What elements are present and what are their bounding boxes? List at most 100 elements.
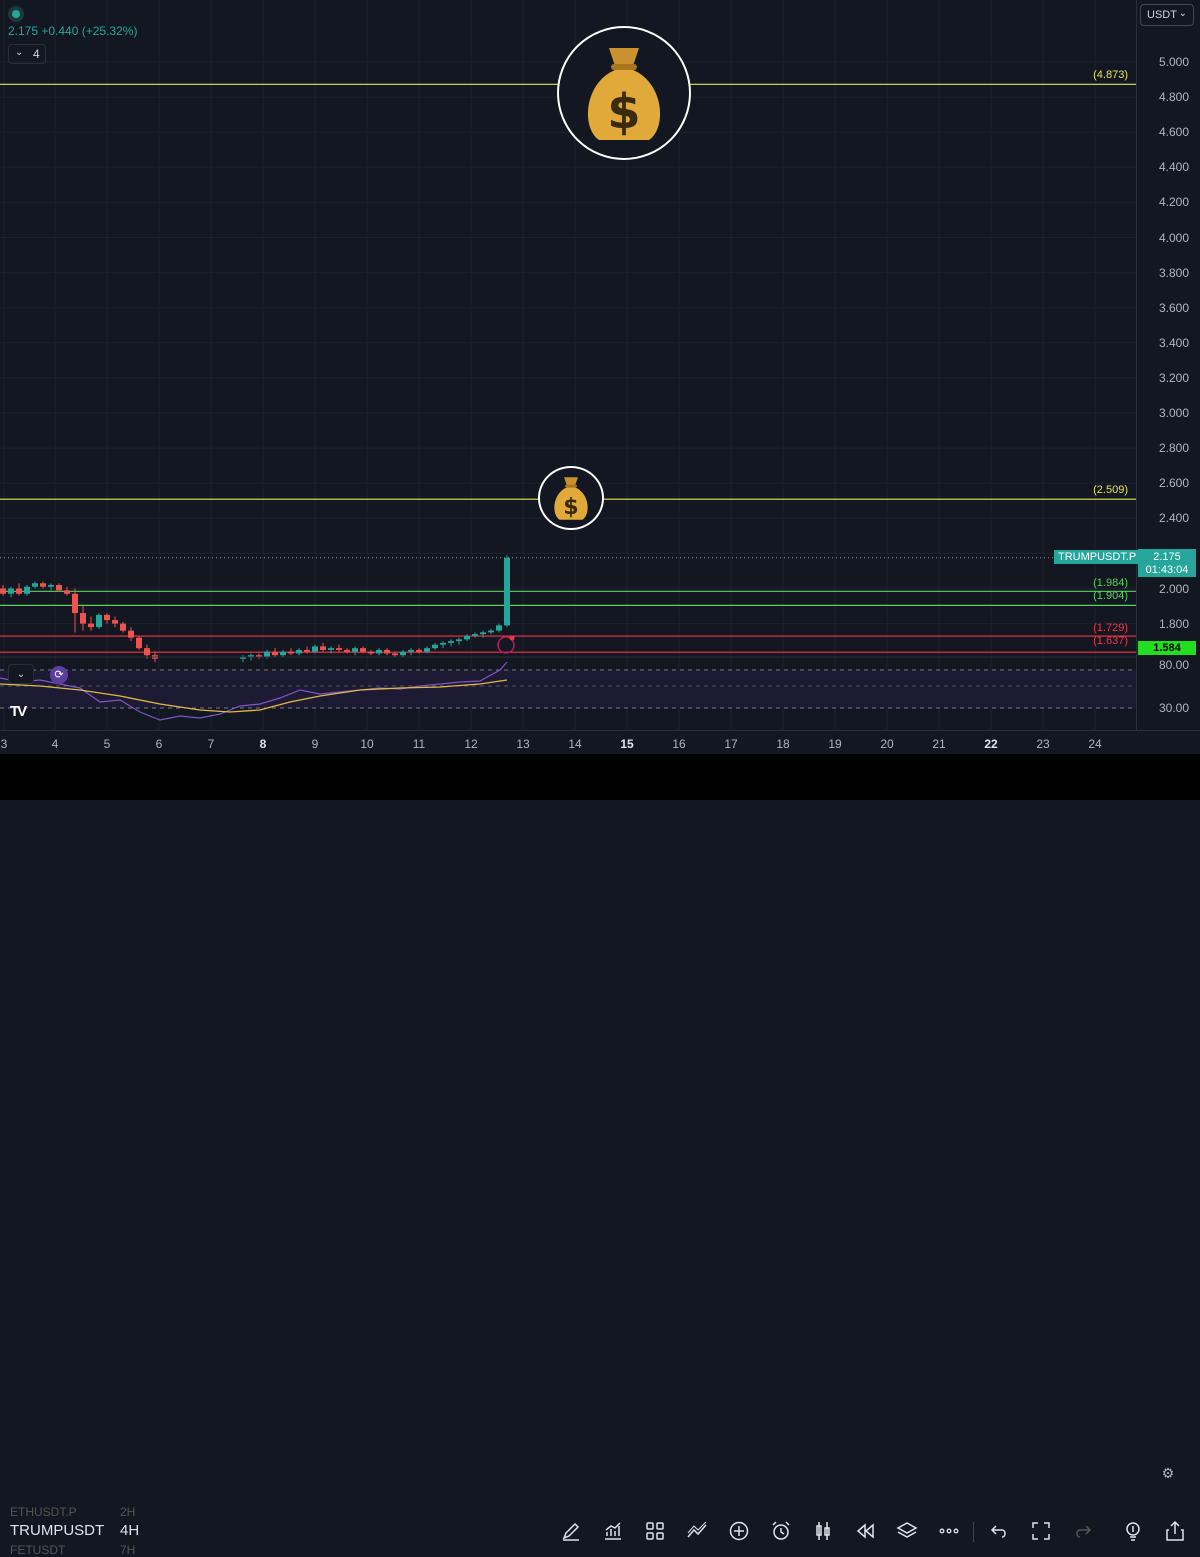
time-tick: 23: [1036, 737, 1050, 751]
time-tick: 17: [724, 737, 738, 751]
currency-selector[interactable]: USDT ⌄: [1140, 4, 1194, 26]
candle: [24, 586, 30, 594]
price-tick: 3.600: [1158, 300, 1189, 315]
toolbar-divider: [973, 1522, 974, 1542]
currency-label: USDT: [1147, 9, 1177, 21]
pen-icon[interactable]: [560, 1520, 582, 1542]
chevron-down-icon: ⌄: [15, 47, 24, 58]
candle: [432, 644, 438, 649]
candle: [368, 651, 374, 654]
time-tick: 14: [568, 737, 582, 751]
candle: [104, 614, 110, 621]
time-tick: 15: [620, 737, 634, 751]
sync-icon[interactable]: ⟳: [50, 666, 68, 684]
gear-icon[interactable]: ⚙: [1160, 1465, 1176, 1481]
money-bag-marker-large: $: [557, 26, 691, 160]
rsi-tick: 80.00: [1158, 658, 1189, 672]
candle: [112, 620, 118, 624]
candle: [320, 646, 326, 650]
time-tick: 10: [360, 737, 374, 751]
candle: [480, 632, 486, 635]
layers-icon[interactable]: [896, 1520, 918, 1542]
time-tick: 18: [776, 737, 790, 751]
candle: [128, 630, 134, 638]
alarm-icon[interactable]: [770, 1520, 792, 1542]
current-symbol-tag: TRUMPUSDT.P: [1054, 550, 1141, 564]
trend-line-icon[interactable]: [686, 1520, 708, 1542]
candle: [80, 613, 86, 624]
price-tick: 2.400: [1158, 511, 1189, 526]
candle: [120, 623, 126, 631]
candle: [96, 614, 102, 628]
rsi-tick: 30.00: [1158, 701, 1189, 715]
symbol-selector[interactable]: TRUMPUSDT: [10, 1522, 104, 1539]
grid-icon[interactable]: [644, 1520, 666, 1542]
current-price-tag: 2.175 01:43:04: [1138, 549, 1196, 577]
price-tick: 3.800: [1158, 265, 1189, 280]
price-tick: 3.000: [1158, 406, 1189, 420]
price-tick: 5.000: [1158, 55, 1189, 69]
level-label: (1.729): [1093, 622, 1128, 635]
chart-indicators-icon[interactable]: [602, 1520, 624, 1542]
ghost-interval-below: 7H: [120, 1543, 136, 1557]
candle: [344, 649, 350, 652]
time-tick: 5: [103, 737, 111, 751]
price-tick: 4.000: [1158, 230, 1189, 245]
level-label: (1.637): [1093, 635, 1128, 648]
candle: [336, 648, 342, 650]
chevron-down-icon: ⌄: [1178, 8, 1187, 19]
candle: [136, 637, 142, 649]
candle: [288, 651, 294, 654]
time-tick: 12: [464, 737, 478, 751]
candle: [16, 588, 22, 594]
price-tick: 3.400: [1158, 335, 1189, 350]
collapse-indicators-button[interactable]: ⌄ 4: [8, 44, 46, 64]
time-tick: 6: [155, 737, 163, 751]
chart-area[interactable]: 2.175 +0.440 (+25.32%) ⌄ 4 $ $ ⌄ ⟳ TV (4…: [0, 0, 1136, 730]
candle: [280, 651, 286, 656]
candle: [144, 648, 150, 656]
share-icon[interactable]: [1164, 1520, 1186, 1542]
indicator-collapse-button[interactable]: ⌄: [8, 664, 34, 684]
add-icon[interactable]: [728, 1520, 750, 1542]
time-tick: 22: [984, 737, 998, 751]
undo-icon[interactable]: [988, 1520, 1010, 1542]
fullscreen-icon[interactable]: [1030, 1520, 1052, 1542]
redo-icon[interactable]: [1072, 1520, 1094, 1542]
candle: [8, 588, 14, 594]
ghost-symbol-above: ETHUSDT.P: [10, 1505, 77, 1519]
candle: [472, 634, 478, 636]
candle: [488, 630, 494, 633]
level-label: (1.904): [1093, 590, 1128, 603]
candle: [376, 649, 382, 654]
candle: [464, 635, 470, 640]
current-price: 2.175: [1153, 551, 1181, 563]
candle: [440, 642, 446, 645]
time-tick: 4: [51, 737, 59, 751]
ghost-symbol-below: FETUSDT: [10, 1543, 66, 1557]
more-icon[interactable]: [938, 1520, 960, 1542]
price-tick: 2.600: [1158, 476, 1189, 491]
candle: [424, 648, 430, 652]
candle: [352, 648, 358, 652]
price-tick: 1.800: [1158, 616, 1189, 631]
money-bag-icon: $: [587, 48, 661, 140]
replay-icon[interactable]: [854, 1520, 876, 1542]
time-tick: 20: [880, 737, 894, 751]
price-axis[interactable]: 5.000 4.800 4.600 4.400 4.200 4.000 3.800 3.600…: [1136, 0, 1200, 730]
time-axis[interactable]: 3 4 5 6 7 8 9 10 11 12 13 14 15 16 17 18 19 20 21 22 23 24 ⚙: [0, 730, 1200, 1481]
money-bag-marker-small: $: [538, 466, 604, 530]
level-label: (1.984): [1093, 577, 1128, 590]
time-tick: 7: [207, 737, 215, 751]
candle: [496, 625, 502, 631]
bar-countdown: 01:43:04: [1145, 564, 1189, 576]
interval-selector[interactable]: 4H: [120, 1522, 139, 1539]
candle: [384, 649, 390, 654]
candle: [296, 649, 302, 654]
candle-type-icon[interactable]: [812, 1520, 834, 1542]
candle: [40, 583, 46, 587]
candle: [88, 623, 94, 628]
idea-icon[interactable]: [1122, 1520, 1144, 1542]
time-tick: 3: [0, 737, 8, 751]
candle: [272, 651, 278, 656]
